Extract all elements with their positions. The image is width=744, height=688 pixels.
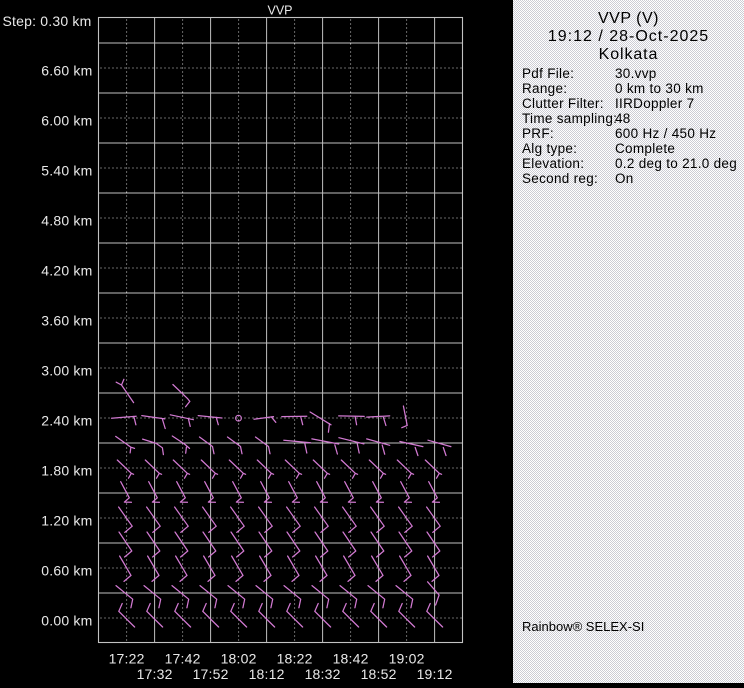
svg-text:18:32: 18:32	[305, 666, 341, 682]
svg-text:6.00 km: 6.00 km	[41, 113, 92, 129]
svg-text:3.60 km: 3.60 km	[41, 313, 92, 329]
svg-text:18:42: 18:42	[333, 651, 369, 667]
svg-text:19:12: 19:12	[417, 666, 453, 682]
svg-text:18:52: 18:52	[361, 666, 397, 682]
svg-text:17:32: 17:32	[137, 666, 173, 682]
svg-text:1.80 km: 1.80 km	[41, 463, 92, 479]
svg-text:17:52: 17:52	[193, 666, 229, 682]
svg-text:18:12: 18:12	[249, 666, 285, 682]
svg-text:VVP: VVP	[267, 3, 292, 17]
svg-text:6.60 km: 6.60 km	[41, 63, 92, 79]
svg-text:4.80 km: 4.80 km	[41, 213, 92, 229]
svg-text:3.00 km: 3.00 km	[41, 363, 92, 379]
svg-text:19:02: 19:02	[389, 651, 425, 667]
svg-text:2.40 km: 2.40 km	[41, 413, 92, 429]
svg-text:17:42: 17:42	[165, 651, 201, 667]
svg-text:18:02: 18:02	[221, 651, 257, 667]
svg-text:0.00 km: 0.00 km	[41, 613, 92, 629]
svg-text:17:22: 17:22	[109, 651, 145, 667]
svg-text:Step: 0.30 km: Step: 0.30 km	[3, 13, 92, 29]
svg-text:1.20 km: 1.20 km	[41, 513, 92, 529]
svg-text:4.20 km: 4.20 km	[41, 263, 92, 279]
svg-text:5.40 km: 5.40 km	[41, 163, 92, 179]
svg-text:18:22: 18:22	[277, 651, 313, 667]
svg-text:0.60 km: 0.60 km	[41, 563, 92, 579]
